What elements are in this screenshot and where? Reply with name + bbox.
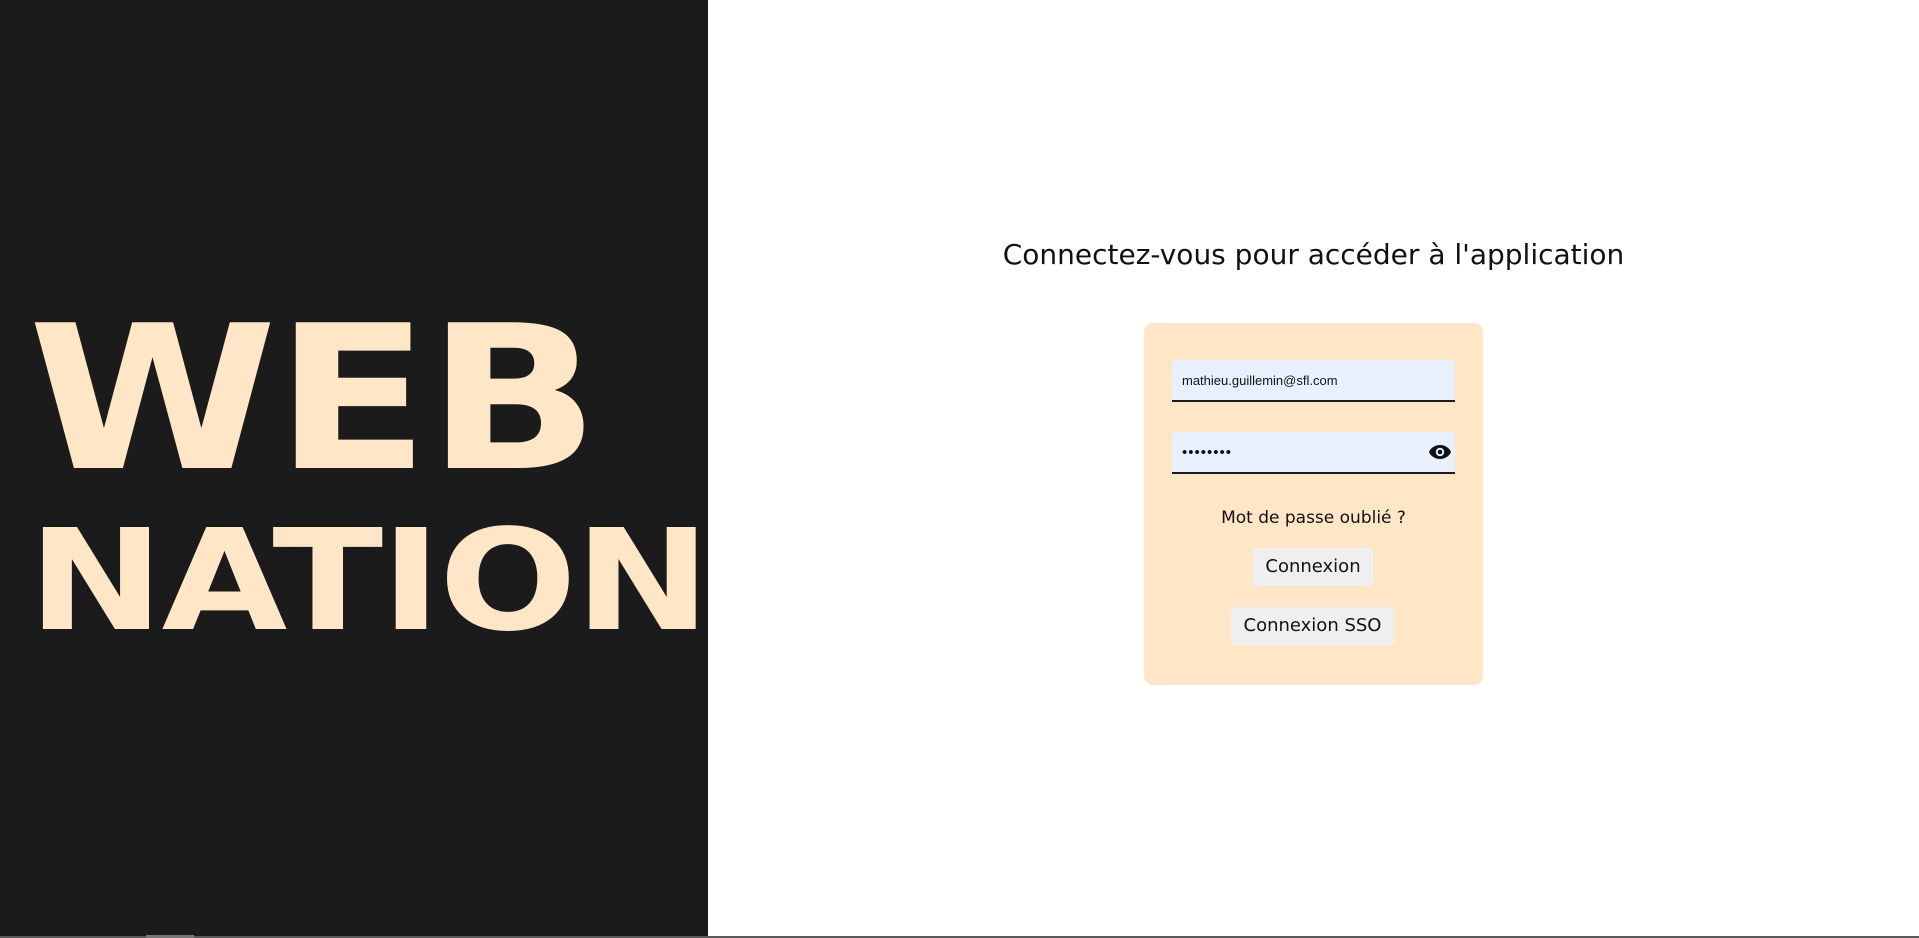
login-panel: Connectez-vous pour accéder à l'applicat… <box>708 0 1919 936</box>
login-button[interactable]: Connexion <box>1253 548 1373 586</box>
brand-word-web: WEB <box>28 283 599 516</box>
page-title: Connectez-vous pour accéder à l'applicat… <box>1002 238 1625 271</box>
login-card: Mot de passe oublié ? Connexion Connexio… <box>1144 323 1483 685</box>
email-field[interactable] <box>1172 360 1455 402</box>
password-field[interactable] <box>1172 432 1455 474</box>
brand-word-nation: NATION <box>28 500 711 663</box>
login-page: WEB NATION Connectez-vous pour accéder à… <box>0 0 1919 938</box>
sso-login-button[interactable]: Connexion SSO <box>1231 607 1394 645</box>
email-input[interactable] <box>1172 360 1455 400</box>
eye-icon[interactable] <box>1427 440 1453 464</box>
brand-panel: WEB NATION <box>0 0 711 936</box>
password-input[interactable] <box>1172 432 1455 472</box>
forgot-password-link[interactable]: Mot de passe oublié ? <box>1144 506 1483 530</box>
